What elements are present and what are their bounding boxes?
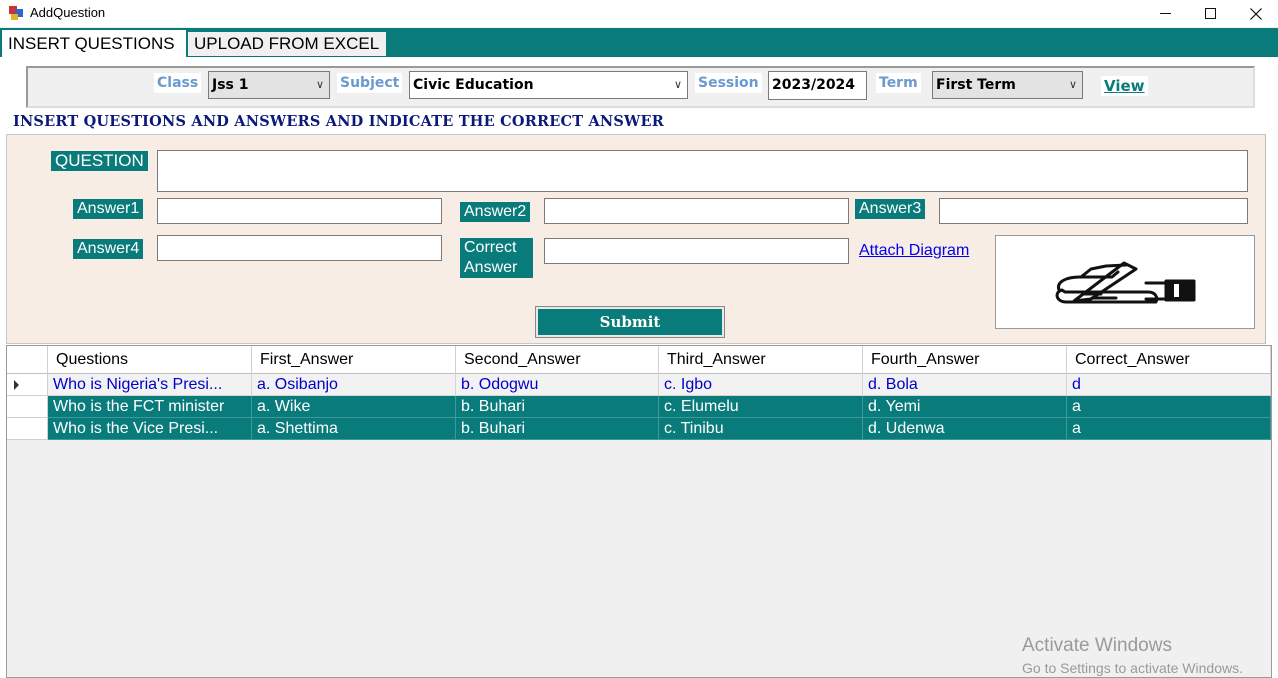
term-select-value: First Term xyxy=(936,77,1016,93)
current-row-arrow-icon xyxy=(14,380,19,390)
term-select[interactable]: First Term ∨ xyxy=(932,71,1083,99)
table-cell[interactable]: d xyxy=(1067,374,1271,396)
answer2-label: Answer2 xyxy=(460,202,531,222)
column-header-fourth-answer[interactable]: Fourth_Answer xyxy=(863,346,1067,374)
row-header[interactable] xyxy=(7,374,48,396)
answer1-label: Answer1 xyxy=(73,199,144,219)
subject-select[interactable]: Civic Education ∨ xyxy=(409,71,688,99)
table-cell[interactable]: b. Buhari xyxy=(456,396,659,418)
close-icon xyxy=(1250,7,1262,20)
table-row[interactable]: Who is Nigeria's Presi... a. Osibanjo b.… xyxy=(7,374,1271,396)
session-input[interactable]: 2023/2024 xyxy=(768,71,867,100)
table-cell[interactable]: c. Elumelu xyxy=(659,396,863,418)
table-row[interactable]: Who is the Vice Presi... a. Shettima b. … xyxy=(7,418,1271,440)
attach-diagram-link[interactable]: Attach Diagram xyxy=(859,242,969,260)
tab-upload-from-excel[interactable]: UPLOAD FROM EXCEL xyxy=(188,32,386,56)
table-cell[interactable]: Who is Nigeria's Presi... xyxy=(48,374,252,396)
table-cell[interactable]: d. Bola xyxy=(863,374,1067,396)
submit-button-label: Submit xyxy=(538,309,722,335)
table-cell[interactable]: a. Osibanjo xyxy=(252,374,456,396)
grid-header: Questions First_Answer Second_Answer Thi… xyxy=(7,346,1271,374)
answer4-label: Answer4 xyxy=(73,239,144,259)
view-link[interactable]: View xyxy=(1101,76,1148,96)
term-label: Term xyxy=(876,73,921,93)
correct-answer-field[interactable] xyxy=(544,238,849,264)
session-label: Session xyxy=(695,73,762,93)
table-cell[interactable]: c. Tinibu xyxy=(659,418,863,440)
watermark-line2: Go to Settings to activate Windows. xyxy=(1022,660,1243,676)
correct-answer-label-line1: Correct xyxy=(464,239,517,256)
diagram-preview[interactable] xyxy=(995,235,1255,329)
column-header-third-answer[interactable]: Third_Answer xyxy=(659,346,863,374)
correct-answer-label-line2: Answer xyxy=(464,259,518,276)
section-heading: INSERT QUESTIONS AND ANSWERS AND INDICAT… xyxy=(13,113,665,130)
subject-label: Subject xyxy=(337,73,403,93)
row-header-corner xyxy=(7,346,48,374)
column-header-second-answer[interactable]: Second_Answer xyxy=(456,346,659,374)
question-label: QUESTION xyxy=(51,151,148,171)
row-header[interactable] xyxy=(7,418,48,440)
answer1-field[interactable] xyxy=(157,198,442,224)
title-bar: AddQuestion xyxy=(0,0,1278,27)
chevron-down-icon: ∨ xyxy=(315,78,324,91)
answer2-field[interactable] xyxy=(544,198,849,224)
tab-insert-questions[interactable]: INSERT QUESTIONS xyxy=(2,30,186,57)
table-cell[interactable]: Who is the FCT minister xyxy=(48,396,252,418)
answer3-label: Answer3 xyxy=(855,199,926,219)
watermark-line1: Activate Windows xyxy=(1022,635,1172,656)
minimize-button[interactable] xyxy=(1142,0,1188,27)
column-header-correct-answer[interactable]: Correct_Answer xyxy=(1067,346,1271,374)
table-cell[interactable]: a. Shettima xyxy=(252,418,456,440)
table-cell[interactable]: c. Igbo xyxy=(659,374,863,396)
activation-watermark: Activate Windows Go to Settings to activ… xyxy=(1022,635,1243,676)
table-cell[interactable]: a. Wike xyxy=(252,396,456,418)
correct-answer-label: Correct Answer xyxy=(460,238,533,278)
class-label: Class xyxy=(154,73,202,93)
answer4-field[interactable] xyxy=(157,235,442,261)
column-header-questions[interactable]: Questions xyxy=(48,346,252,374)
class-select[interactable]: Jss 1 ∨ xyxy=(208,71,330,99)
class-select-value: Jss 1 xyxy=(212,77,249,93)
minimize-icon xyxy=(1159,13,1171,14)
maximize-icon xyxy=(1204,8,1216,19)
table-cell[interactable]: b. Odogwu xyxy=(456,374,659,396)
app-icon xyxy=(9,6,24,20)
table-cell[interactable]: a xyxy=(1067,418,1271,440)
table-cell[interactable]: b. Buhari xyxy=(456,418,659,440)
row-header[interactable] xyxy=(7,396,48,418)
questions-grid: Questions First_Answer Second_Answer Thi… xyxy=(6,345,1272,678)
chevron-down-icon: ∨ xyxy=(1068,78,1077,91)
subject-select-value: Civic Education xyxy=(413,77,534,93)
writing-hand-icon xyxy=(1055,261,1196,304)
add-question-window: AddQuestion INSERT QUESTIONS UPLOAD FROM… xyxy=(0,0,1278,678)
column-header-first-answer[interactable]: First_Answer xyxy=(252,346,456,374)
chevron-down-icon: ∨ xyxy=(673,78,682,91)
table-cell[interactable]: Who is the Vice Presi... xyxy=(48,418,252,440)
table-cell[interactable]: d. Udenwa xyxy=(863,418,1067,440)
table-cell[interactable]: d. Yemi xyxy=(863,396,1067,418)
submit-button[interactable]: Submit xyxy=(535,306,725,338)
table-row[interactable]: Who is the FCT minister a. Wike b. Buhar… xyxy=(7,396,1271,418)
close-button[interactable] xyxy=(1233,0,1278,27)
answer3-field[interactable] xyxy=(939,198,1248,224)
window-title: AddQuestion xyxy=(30,5,106,20)
maximize-button[interactable] xyxy=(1187,0,1233,27)
question-field[interactable] xyxy=(157,150,1248,192)
table-cell[interactable]: a xyxy=(1067,396,1271,418)
